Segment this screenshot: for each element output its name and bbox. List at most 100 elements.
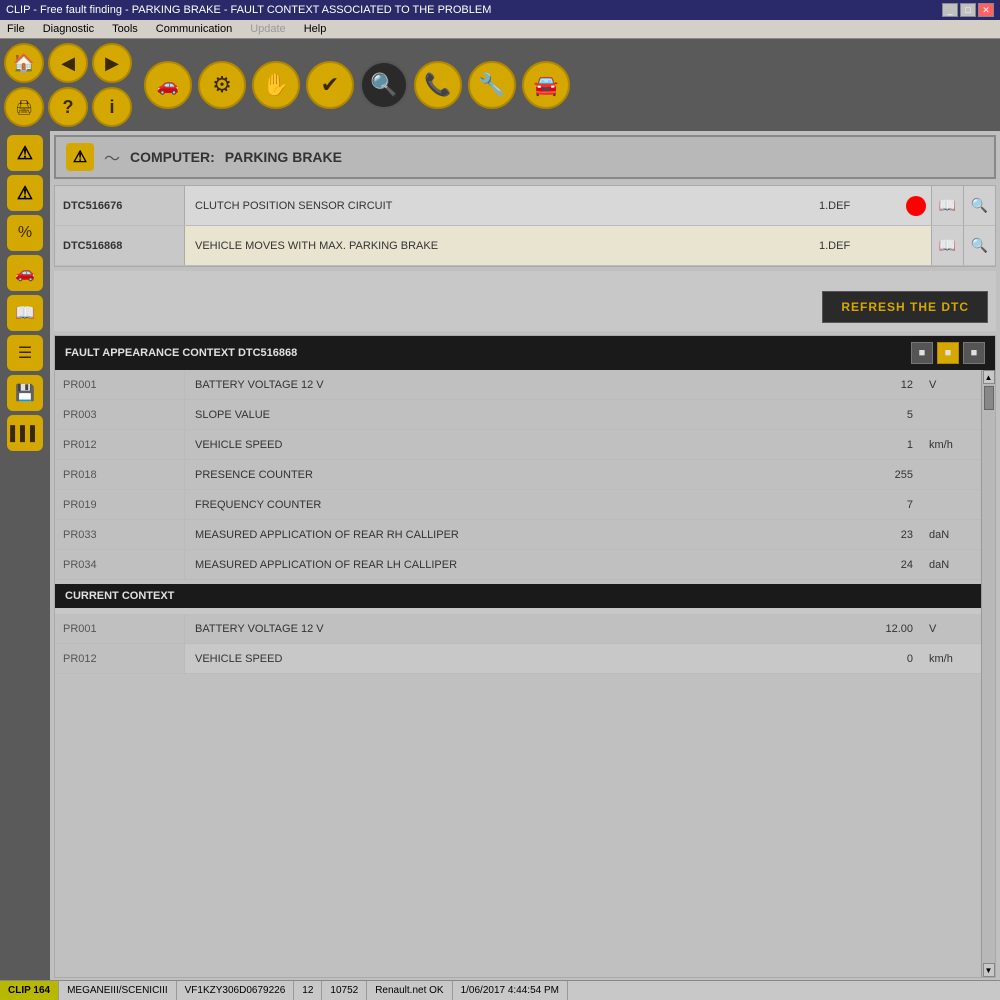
section-header-buttons: ■ ■ ■ bbox=[911, 342, 985, 364]
wave-decoration: 〜 bbox=[104, 145, 120, 169]
home-button[interactable]: 🏠 bbox=[4, 43, 44, 83]
touch-button[interactable]: ✋ bbox=[252, 61, 300, 109]
ctx-value-pr019: 7 bbox=[841, 499, 921, 511]
lower-panel: FAULT APPEARANCE CONTEXT DTC516868 ■ ■ ■… bbox=[54, 335, 996, 978]
dtc-row-2: DTC516868 VEHICLE MOVES WITH MAX. PARKIN… bbox=[55, 226, 995, 266]
ctx-value-pr003: 5 bbox=[841, 409, 921, 421]
ctx-value-current-pr012: 0 bbox=[841, 653, 921, 665]
sidebar-list[interactable]: ☰ bbox=[7, 335, 43, 371]
fault-context-data: PR001 BATTERY VOLTAGE 12 V 12 V PR003 SL… bbox=[55, 370, 981, 977]
sidebar-warning1[interactable]: ⚠ bbox=[7, 135, 43, 171]
view-btn-2[interactable]: ■ bbox=[937, 342, 959, 364]
ctx-row-current-pr012: PR012 VEHICLE SPEED 0 km/h bbox=[55, 644, 981, 674]
phone-button[interactable]: 📞 bbox=[414, 61, 462, 109]
status-number1: 12 bbox=[294, 981, 322, 1000]
question-button[interactable]: ? bbox=[48, 87, 88, 127]
dtc-book-btn-1[interactable]: 📖 bbox=[931, 186, 963, 225]
dtc-row-1: DTC516676 CLUTCH POSITION SENSOR CIRCUIT… bbox=[55, 186, 995, 226]
sidebar-car[interactable]: 🚗 bbox=[7, 255, 43, 291]
menu-help[interactable]: Help bbox=[301, 22, 330, 36]
dtc-indicator-1 bbox=[901, 186, 931, 225]
dtc-actions-1: 📖 🔍 bbox=[931, 186, 995, 225]
car-detail-button[interactable]: 🚘 bbox=[522, 61, 570, 109]
ctx-row-pr034: PR034 MEASURED APPLICATION OF REAR LH CA… bbox=[55, 550, 981, 580]
sidebar-chart[interactable]: % bbox=[7, 215, 43, 251]
dtc-indicator-2 bbox=[901, 226, 931, 265]
ctx-unit-pr012: km/h bbox=[921, 439, 981, 451]
view-btn-3[interactable]: ■ bbox=[963, 342, 985, 364]
ctx-value-pr018: 255 bbox=[841, 469, 921, 481]
check-button[interactable]: ✔ bbox=[306, 61, 354, 109]
ctx-row-pr033: PR033 MEASURED APPLICATION OF REAR RH CA… bbox=[55, 520, 981, 550]
ctx-code-pr012: PR012 bbox=[55, 430, 185, 459]
menu-diagnostic[interactable]: Diagnostic bbox=[40, 22, 97, 36]
dtc-search-btn-1[interactable]: 🔍 bbox=[963, 186, 995, 225]
dtc-search-btn-2[interactable]: 🔍 bbox=[963, 226, 995, 265]
dtc-book-btn-2[interactable]: 📖 bbox=[931, 226, 963, 265]
ctx-value-pr034: 24 bbox=[841, 559, 921, 571]
menu-tools[interactable]: Tools bbox=[109, 22, 141, 36]
menu-file[interactable]: File bbox=[4, 22, 28, 36]
menu-update[interactable]: Update bbox=[247, 22, 288, 36]
status-datetime: 1/06/2017 4:44:54 PM bbox=[453, 981, 568, 1000]
computer-name: PARKING BRAKE bbox=[225, 149, 342, 165]
dtc-status-2: 1.DEF bbox=[811, 240, 901, 252]
ctx-desc-pr001: BATTERY VOLTAGE 12 V bbox=[185, 379, 841, 391]
search-button[interactable]: 🔍 bbox=[360, 61, 408, 109]
sidebar-barcode[interactable]: ▌▌▌ bbox=[7, 415, 43, 451]
ctx-row-pr003: PR003 SLOPE VALUE 5 bbox=[55, 400, 981, 430]
ctx-code-pr001: PR001 bbox=[55, 370, 185, 399]
status-bar: CLIP 164 MEGANEIII/SCENICIII VF1KZY306D0… bbox=[0, 980, 1000, 1000]
sidebar-warning2[interactable]: ⚠ bbox=[7, 175, 43, 211]
ctx-code-pr033: PR033 bbox=[55, 520, 185, 549]
scroll-down-arrow[interactable]: ▼ bbox=[983, 963, 995, 977]
ctx-desc-pr012: VEHICLE SPEED bbox=[185, 439, 841, 451]
scroll-up-arrow[interactable]: ▲ bbox=[983, 370, 995, 384]
ctx-value-pr012: 1 bbox=[841, 439, 921, 451]
ctx-unit-pr033: daN bbox=[921, 529, 981, 541]
ctx-value-current-pr001: 12.00 bbox=[841, 623, 921, 635]
vehicle-button[interactable]: 🚗 bbox=[144, 61, 192, 109]
scrollbar-track[interactable]: ▲ ▼ bbox=[981, 370, 995, 977]
back-button[interactable]: ◀ bbox=[48, 43, 88, 83]
refresh-dtc-button[interactable]: REFRESH THE DTC bbox=[822, 291, 988, 323]
ctx-desc-pr034: MEASURED APPLICATION OF REAR LH CALLIPER bbox=[185, 559, 841, 571]
dtc-status-1: 1.DEF bbox=[811, 200, 901, 212]
fault-context-content: PR001 BATTERY VOLTAGE 12 V 12 V PR003 SL… bbox=[55, 370, 995, 977]
scroll-thumb[interactable] bbox=[984, 386, 994, 410]
ctx-unit-pr034: daN bbox=[921, 559, 981, 571]
status-vin: VF1KZY306D0679226 bbox=[177, 981, 295, 1000]
ctx-code-current-pr001: PR001 bbox=[55, 614, 185, 643]
menu-communication[interactable]: Communication bbox=[153, 22, 235, 36]
dtc-desc-2: VEHICLE MOVES WITH MAX. PARKING BRAKE bbox=[185, 240, 811, 252]
body-area: ⚠ ⚠ % 🚗 📖 ☰ 💾 ▌▌▌ ⚠ 〜 COMPUTER: PARKING … bbox=[0, 131, 1000, 980]
ctx-value-pr001: 12 bbox=[841, 379, 921, 391]
minimize-button[interactable]: _ bbox=[942, 3, 958, 17]
sidebar: ⚠ ⚠ % 🚗 📖 ☰ 💾 ▌▌▌ bbox=[0, 131, 50, 980]
ctx-code-pr018: PR018 bbox=[55, 460, 185, 489]
ctx-desc-current-pr001: BATTERY VOLTAGE 12 V bbox=[185, 623, 841, 635]
wrench-button[interactable]: 🔧 bbox=[468, 61, 516, 109]
transmission-button[interactable]: ⚙ bbox=[198, 61, 246, 109]
dtc-table: DTC516676 CLUTCH POSITION SENSOR CIRCUIT… bbox=[54, 185, 996, 267]
status-vehicle: MEGANEIII/SCENICIII bbox=[59, 981, 177, 1000]
sidebar-save[interactable]: 💾 bbox=[7, 375, 43, 411]
main-content: ⚠ 〜 COMPUTER: PARKING BRAKE DTC516676 CL… bbox=[50, 131, 1000, 980]
ctx-value-pr033: 23 bbox=[841, 529, 921, 541]
ctx-desc-pr003: SLOPE VALUE bbox=[185, 409, 841, 421]
window-controls: _ □ ✕ bbox=[942, 3, 994, 17]
red-dot-1 bbox=[906, 196, 926, 216]
ctx-code-pr034: PR034 bbox=[55, 550, 185, 579]
dtc-code-1: DTC516676 bbox=[55, 186, 185, 225]
ctx-row-pr019: PR019 FREQUENCY COUNTER 7 bbox=[55, 490, 981, 520]
maximize-button[interactable]: □ bbox=[960, 3, 976, 17]
ctx-unit-pr001: V bbox=[921, 379, 981, 391]
print-button[interactable]: 🖨 bbox=[4, 87, 44, 127]
forward-button[interactable]: ▶ bbox=[92, 43, 132, 83]
info-button[interactable]: i bbox=[92, 87, 132, 127]
dtc-actions-2: 📖 🔍 bbox=[931, 226, 995, 265]
sidebar-book[interactable]: 📖 bbox=[7, 295, 43, 331]
close-button[interactable]: ✕ bbox=[978, 3, 994, 17]
toolbar: 🏠 ◀ ▶ 🖨 ? i 🚗 ⚙ ✋ ✔ 🔍 📞 🔧 🚘 bbox=[0, 39, 1000, 131]
view-btn-1[interactable]: ■ bbox=[911, 342, 933, 364]
